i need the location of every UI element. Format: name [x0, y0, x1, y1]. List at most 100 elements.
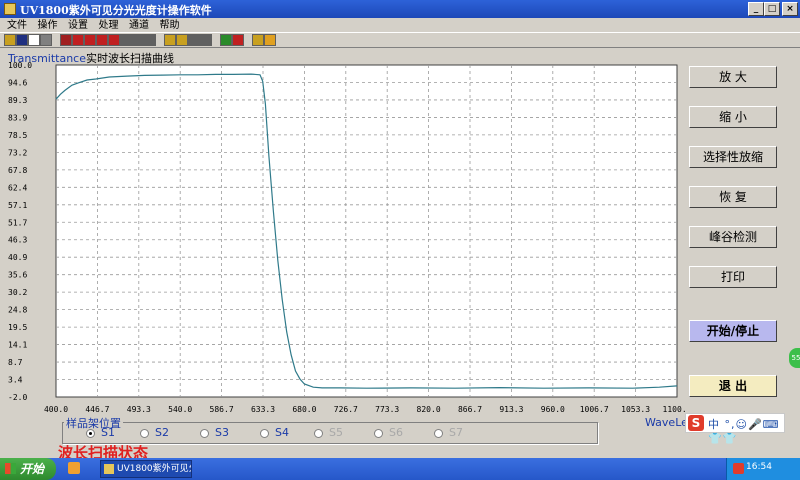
- radio-label: S6: [389, 426, 403, 439]
- scan-icon[interactable]: [108, 34, 120, 46]
- x-tick-label: 446.7: [85, 405, 109, 414]
- x-tick-label: 680.0: [292, 405, 316, 414]
- quant-icon[interactable]: [72, 34, 84, 46]
- print-button[interactable]: 打印: [689, 266, 777, 288]
- y-tick-label: 24.8: [8, 306, 27, 315]
- plot-background: [55, 64, 678, 398]
- zoom-in-button[interactable]: 放 大: [689, 66, 777, 88]
- radio-dot[interactable]: [200, 428, 209, 438]
- settings-icon[interactable]: [144, 34, 156, 46]
- radio-s4[interactable]: S4: [260, 427, 289, 439]
- start-button[interactable]: 开始: [0, 458, 56, 480]
- new-icon[interactable]: [28, 34, 40, 46]
- menu-channel[interactable]: 通道: [129, 19, 149, 33]
- radio-s2[interactable]: S2: [140, 427, 169, 439]
- restore-button[interactable]: 恢 复: [689, 186, 777, 208]
- radio-dot[interactable]: [260, 428, 269, 438]
- close-button[interactable]: ×: [782, 2, 798, 16]
- radio-dot: [374, 428, 383, 438]
- chart-icon[interactable]: [220, 34, 232, 46]
- y-tick-label: 30.2: [8, 288, 27, 297]
- radio-s1[interactable]: S1: [86, 427, 115, 439]
- menu-settings[interactable]: 设置: [68, 19, 88, 33]
- cross-icon[interactable]: [176, 34, 188, 46]
- x-tick-label: 1100.0: [663, 405, 686, 414]
- x-tick-label: 400.0: [44, 405, 68, 414]
- x-tick-label: 633.3: [251, 405, 275, 414]
- menu-file[interactable]: 文件: [7, 19, 27, 33]
- selective-zoom-button[interactable]: 选择性放缩: [689, 146, 777, 168]
- x-tick-label: 960.0: [541, 405, 565, 414]
- ime-toolbar[interactable]: S 中 °,☺🎤⌨👕👕: [685, 413, 785, 445]
- radio-label: S2: [155, 426, 169, 439]
- transmittance-chart[interactable]: 100.0 94.6 89.3 83.9 78.5 73.2 67.8 62.4 57.1 51.…: [0, 60, 692, 420]
- title-bar: UV1800紫外可见分光光度计操作软件 _ □ ×: [0, 0, 800, 18]
- wrench-icon[interactable]: [132, 34, 144, 46]
- radio-dot[interactable]: [86, 428, 95, 438]
- photometric-icon[interactable]: [60, 34, 72, 46]
- toolbar: [0, 32, 800, 48]
- menu-help[interactable]: 帮助: [160, 19, 180, 33]
- menu-operate[interactable]: 操作: [38, 19, 58, 33]
- clock: 16:54: [746, 462, 772, 472]
- y-tick-label: 89.3: [8, 96, 27, 105]
- x-tick-label: 493.3: [127, 405, 151, 414]
- maximize-button[interactable]: □: [764, 2, 780, 16]
- radio-dot[interactable]: [140, 428, 149, 438]
- y-tick-label: 83.9: [8, 113, 27, 122]
- window-title: UV1800紫外可见分光光度计操作软件: [20, 4, 212, 17]
- quicklaunch-icon[interactable]: [68, 462, 80, 474]
- warning-icon[interactable]: [264, 34, 276, 46]
- x-tick-label: 866.7: [458, 405, 482, 414]
- radio-label: S4: [275, 426, 289, 439]
- y-tick-label: 73.2: [8, 148, 27, 157]
- ime-tray-icon[interactable]: [733, 463, 744, 474]
- radio-label: S7: [449, 426, 463, 439]
- radio-label: S1: [101, 426, 115, 439]
- y-tick-label: 62.4: [8, 183, 27, 192]
- exit-button[interactable]: 退 出: [689, 375, 777, 397]
- peak-detect-button[interactable]: 峰谷检测: [689, 226, 777, 248]
- x-tick-label: 540.0: [168, 405, 192, 414]
- y-tick-label: 78.5: [8, 131, 27, 140]
- radio-label: S3: [215, 426, 229, 439]
- menu-process[interactable]: 处理: [99, 19, 119, 33]
- x-tick-label: 586.7: [210, 405, 234, 414]
- help-icon[interactable]: [252, 34, 264, 46]
- y-tick-label: 14.1: [8, 341, 27, 350]
- tool-icon[interactable]: [120, 34, 132, 46]
- x-tick-label: 773.3: [375, 405, 399, 414]
- zoom-out-button[interactable]: 缩 小: [689, 106, 777, 128]
- x-tick-label: 726.7: [334, 405, 358, 414]
- baseline-icon[interactable]: [164, 34, 176, 46]
- pen-icon[interactable]: [232, 34, 244, 46]
- y-tick-label: 8.7: [8, 358, 23, 367]
- y-tick-label: 100.0: [8, 61, 32, 70]
- radio-dot: [314, 428, 323, 438]
- plot-area[interactable]: 100.0 94.6 89.3 83.9 78.5 73.2 67.8 62.4 57.1 51.…: [0, 60, 692, 423]
- y-tick-label: 40.9: [8, 253, 27, 262]
- ime-logo-icon[interactable]: S: [688, 415, 704, 431]
- x-tick-label: 913.3: [499, 405, 523, 414]
- dna-icon[interactable]: [96, 34, 108, 46]
- radio-s3[interactable]: S3: [200, 427, 229, 439]
- y-tick-label: 51.7: [8, 218, 27, 227]
- print-icon[interactable]: [40, 34, 52, 46]
- ime-status[interactable]: 中 °,☺🎤⌨👕👕: [708, 416, 784, 445]
- save-icon[interactable]: [16, 34, 28, 46]
- start-label: 开始: [20, 462, 45, 476]
- floating-badge[interactable]: 55: [789, 348, 800, 368]
- radio-label: S5: [329, 426, 343, 439]
- taskbar-item-uv1800[interactable]: UV1800紫外可见分...: [100, 460, 192, 478]
- taskbar: 开始 UV1800紫外可见分... 16:54: [0, 458, 800, 480]
- menu-bar: 文件 操作 设置 处理 通道 帮助: [0, 18, 800, 32]
- y-tick-label: 19.5: [8, 323, 27, 332]
- reset-icon[interactable]: [200, 34, 212, 46]
- zero-icon[interactable]: [188, 34, 200, 46]
- start-stop-button[interactable]: 开始/停止: [689, 320, 777, 342]
- taskbar-item-label: UV1800紫外可见分...: [117, 464, 191, 474]
- kinetics-icon[interactable]: [84, 34, 96, 46]
- minimize-button[interactable]: _: [748, 2, 764, 16]
- open-icon[interactable]: [4, 34, 16, 46]
- y-tick-label: 46.3: [8, 236, 27, 245]
